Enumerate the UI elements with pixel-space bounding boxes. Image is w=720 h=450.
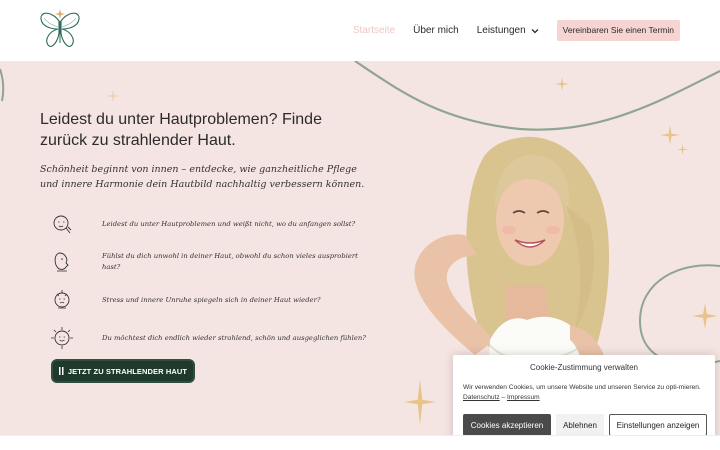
- cookie-title: Cookie-Zustimmung verwalten: [529, 363, 639, 372]
- cookie-consent-banner: Cookie-Zustimmung verwalten Wir verwende…: [453, 355, 715, 447]
- nav-item-leistungen-label: Leistungen: [476, 24, 526, 36]
- chevron-down-icon: [531, 28, 539, 33]
- sparkle-icon: [555, 77, 569, 91]
- benefit-item: Fühlst du dich unwohl in deiner Haut, ob…: [50, 243, 370, 281]
- face-stress-icon: [54, 290, 70, 309]
- benefit-item: Stress und innere Unruhe spiegeln sich i…: [50, 281, 370, 319]
- hero-headline: Leidest du unter Hautproblemen? Finde zu…: [40, 111, 322, 149]
- privacy-link[interactable]: Datenschutz: [463, 394, 500, 401]
- benefit-text: Fühlst du dich unwohl in deiner Haut, ob…: [102, 252, 358, 271]
- cookie-settings-button[interactable]: Einstellungen anzeigen: [609, 414, 707, 436]
- benefit-list: Leidest du unter Hautproblemen und weißt…: [50, 205, 370, 357]
- face-profile-icon: [54, 252, 69, 272]
- benefit-item: Du möchtest dich endlich wieder strahlen…: [50, 319, 370, 357]
- benefit-item: Leidest du unter Hautproblemen und weißt…: [50, 205, 370, 243]
- face-touch-icon: [53, 215, 72, 234]
- cookie-text: Wir verwenden Cookies, um unsere Website…: [463, 383, 708, 403]
- menu-icon: [58, 367, 64, 375]
- butterfly-logo-icon[interactable]: [38, 7, 82, 53]
- sparkle-icon: [677, 144, 688, 155]
- hero-tagline: Schönheit beginnt von innen – entdecke, …: [40, 164, 365, 190]
- sparkle-icon: [660, 125, 680, 145]
- nav-item-ueber-mich[interactable]: Über mich: [413, 21, 459, 41]
- link-separator: –: [501, 394, 506, 401]
- cookie-buttons: Cookies akzeptieren Ablehnen Einstellung…: [463, 414, 707, 436]
- benefit-text: Du möchtest dich endlich wieder strahlen…: [102, 333, 366, 342]
- imprint-link[interactable]: Impressum: [507, 394, 540, 401]
- accept-cookies-button[interactable]: Cookies akzeptieren: [463, 414, 551, 436]
- sparkle-icon: [692, 303, 718, 329]
- benefit-text: Leidest du unter Hautproblemen und weißt…: [102, 219, 356, 228]
- face-glow-icon: [51, 327, 73, 349]
- nav-item-leistungen[interactable]: Leistungen: [477, 21, 539, 41]
- site-header: Startseite Über mich Leistungen Vereinba…: [0, 0, 720, 61]
- benefit-text: Stress und innere Unruhe spiegeln sich i…: [102, 295, 321, 304]
- book-appointment-button[interactable]: Vereinbaren Sie einen Termin: [556, 20, 680, 41]
- sparkle-icon: [106, 89, 120, 103]
- main-nav: Startseite Über mich Leistungen Vereinba…: [353, 20, 680, 41]
- nav-item-startseite[interactable]: Startseite: [353, 21, 395, 41]
- hero-cta-button[interactable]: JETZT ZU STRAHLENDER HAUT: [51, 359, 195, 383]
- cookie-description: Wir verwenden Cookies, um unsere Website…: [463, 384, 701, 391]
- next-section-edge: [0, 435, 720, 450]
- hero-cta-label: JETZT ZU STRAHLENDER HAUT: [67, 366, 188, 376]
- deny-cookies-button[interactable]: Ablehnen: [556, 414, 604, 436]
